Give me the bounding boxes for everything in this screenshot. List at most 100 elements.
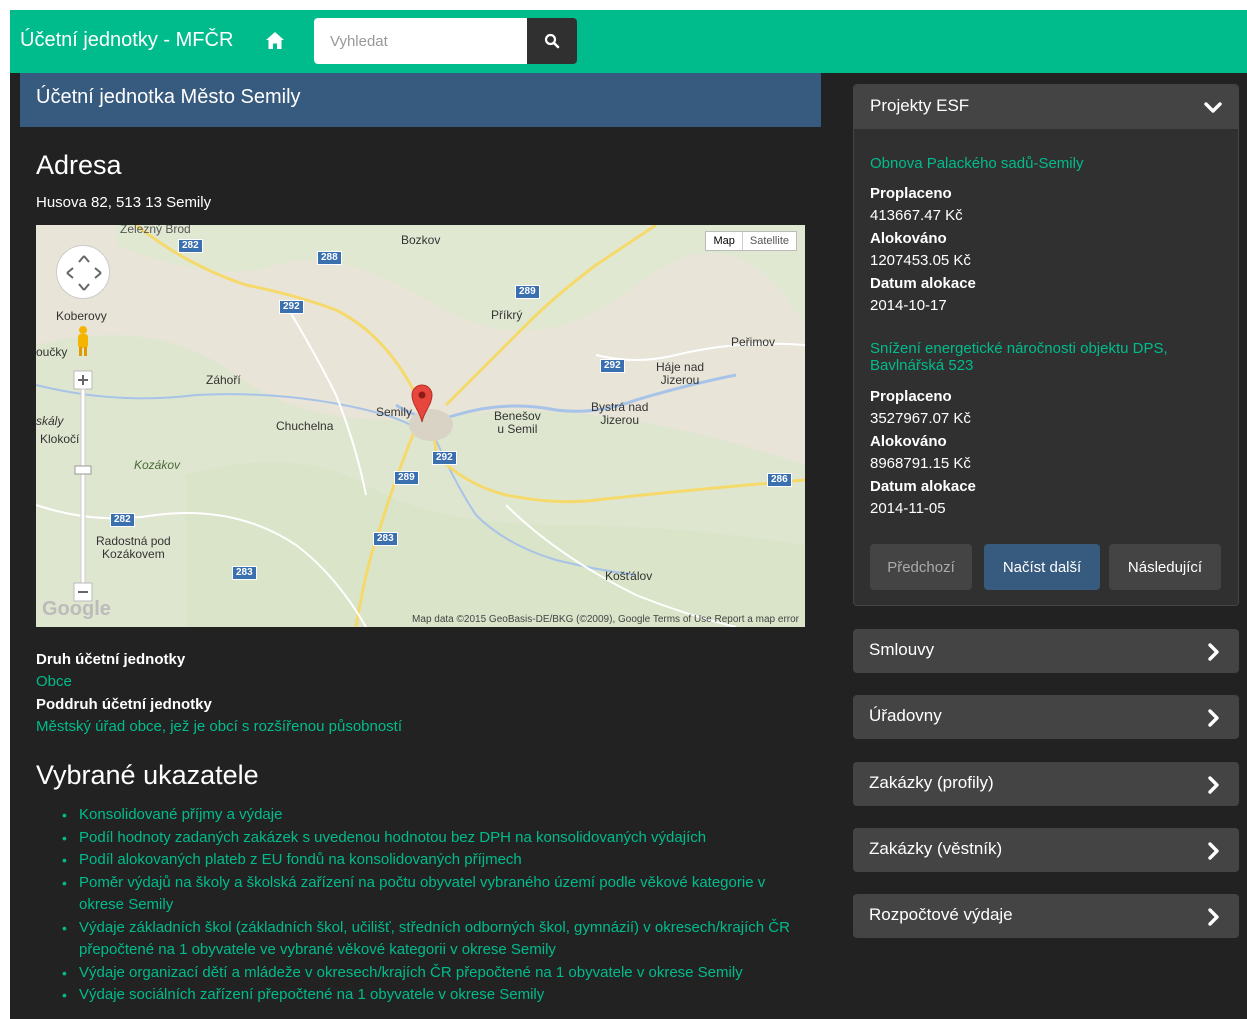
road-badge: 289 xyxy=(515,285,540,299)
map-footer: Map data ©2015 GeoBasis-DE/BKG (©2009), … xyxy=(412,614,799,625)
pegman-icon[interactable] xyxy=(76,325,90,357)
chevron-right-icon xyxy=(1208,908,1219,926)
map-marker-icon[interactable] xyxy=(411,383,433,423)
search-icon xyxy=(544,33,560,49)
map-label: Háje nad Jizerou xyxy=(656,360,705,387)
map-label: Železný Brod xyxy=(120,225,191,236)
zoom-control[interactable] xyxy=(73,370,93,602)
map-type-toggle[interactable]: Map Satellite xyxy=(705,231,797,251)
map-pan-control[interactable] xyxy=(56,245,110,299)
chevron-right-icon xyxy=(1208,776,1219,794)
map-label: Peřimov xyxy=(731,335,776,349)
road-badge: 283 xyxy=(373,532,398,546)
chevron-down-icon xyxy=(1204,102,1222,113)
esf-alloc-label: Alokováno xyxy=(870,230,947,247)
map-label: Radostná pod Kozákovem xyxy=(96,534,171,561)
prev-button[interactable]: Předchozí xyxy=(870,544,972,590)
road-badge: 289 xyxy=(394,471,419,485)
map-label: Košťálov xyxy=(605,569,653,583)
road-badge: 292 xyxy=(279,300,304,314)
map-label: Klokočí xyxy=(40,432,80,446)
esf-project-link[interactable]: Obnova Palackého sadů-Semily xyxy=(870,155,1210,172)
section-smlouvy[interactable]: Smlouvy xyxy=(853,629,1239,673)
section-title: Smlouvy xyxy=(869,640,935,659)
esf-alloc-label: Alokováno xyxy=(870,433,947,450)
road-badge: 292 xyxy=(600,359,625,373)
section-title: Rozpočtové výdaje xyxy=(869,905,1013,924)
entity-header: Účetní jednotka Město Semily xyxy=(20,73,821,127)
section-title: Úřadovny xyxy=(869,706,942,725)
map-background xyxy=(36,225,805,627)
esf-alloc-value: 8968791.15 Kč xyxy=(870,455,971,472)
indicator-link[interactable]: Výdaje sociálních zařízení přepočtené na… xyxy=(36,984,796,1007)
entity-title: Účetní jednotka Město Semily xyxy=(36,86,301,108)
search-button[interactable] xyxy=(527,18,577,64)
section-title: Zakázky (věstník) xyxy=(869,839,1003,858)
app-frame: Účetní jednotky - MFČR Účetní jednotka M… xyxy=(10,10,1247,1019)
druh-label: Druh účetní jednotky xyxy=(36,651,186,668)
section-zakazky-vestnik[interactable]: Zakázky (věstník) xyxy=(853,828,1239,872)
road-badge: 286 xyxy=(767,473,792,487)
map-label: Bozkov xyxy=(401,233,441,247)
esf-paid-label: Proplaceno xyxy=(870,388,952,405)
esf-paid-label: Proplaceno xyxy=(870,185,952,202)
section-title: Zakázky (profily) xyxy=(869,773,994,792)
esf-alloc-value: 1207453.05 Kč xyxy=(870,252,971,269)
search-input[interactable] xyxy=(314,18,527,64)
indicators-list: Konsolidované příjmy a výdaje Podíl hodn… xyxy=(36,804,796,1007)
map[interactable]: Map Satellite Železný Brod Bozkov Kobero… xyxy=(36,225,805,627)
chevron-right-icon xyxy=(1208,709,1219,727)
indicator-link[interactable]: Podíl alokovaných plateb z EU fondů na k… xyxy=(36,849,796,872)
map-type-map[interactable]: Map xyxy=(706,232,743,250)
map-label: Chuchelna xyxy=(276,419,334,433)
map-label: Koberovy xyxy=(56,309,107,323)
section-uradovny[interactable]: Úřadovny xyxy=(853,695,1239,739)
map-label: Benešov u Semil xyxy=(494,409,541,436)
druh-value-link[interactable]: Obce xyxy=(36,673,72,690)
map-label: Záhoří xyxy=(206,373,241,387)
esf-date-label: Datum alokace xyxy=(870,478,976,495)
map-label: oučky xyxy=(36,345,68,359)
esf-paid-value: 3527967.07 Kč xyxy=(870,410,971,427)
road-badge: 283 xyxy=(232,566,257,580)
indicator-link[interactable]: Výdaje organizací dětí a mládeže v okres… xyxy=(36,962,796,985)
road-badge: 282 xyxy=(110,513,135,527)
esf-paid-value: 413667.47 Kč xyxy=(870,207,963,224)
address-heading: Adresa xyxy=(36,150,122,180)
load-more-button[interactable]: Načíst další xyxy=(984,544,1100,590)
chevron-right-icon xyxy=(1208,643,1219,661)
road-badge: 288 xyxy=(317,251,342,265)
esf-project-link[interactable]: Snížení energetické náročnosti objektu D… xyxy=(870,340,1210,374)
esf-panel: Projekty ESF Obnova Palackého sadů-Semil… xyxy=(853,84,1239,606)
indicator-link[interactable]: Podíl hodnoty zadaných zakázek s uvedeno… xyxy=(36,827,796,850)
map-label: Kozákov xyxy=(134,458,181,472)
map-label: Semily xyxy=(376,405,413,419)
poddruh-label: Poddruh účetní jednotky xyxy=(36,696,212,713)
poddruh-value-link[interactable]: Městský úřad obce, jež je obcí s rozšíře… xyxy=(36,718,402,735)
indicators-heading: Vybrané ukazatele xyxy=(36,760,259,790)
map-label: Příkrý xyxy=(491,308,523,322)
road-badge: 292 xyxy=(432,451,457,465)
next-button[interactable]: Následující xyxy=(1109,544,1221,590)
map-type-satellite[interactable]: Satellite xyxy=(743,232,796,250)
esf-date-value: 2014-10-17 xyxy=(870,297,947,314)
esf-panel-title: Projekty ESF xyxy=(870,96,970,115)
chevron-right-icon xyxy=(1208,842,1219,860)
indicator-link[interactable]: Výdaje základních škol (základních škol,… xyxy=(36,917,796,962)
esf-date-value: 2014-11-05 xyxy=(870,500,946,517)
brand-link[interactable]: Účetní jednotky - MFČR xyxy=(20,29,233,52)
esf-date-label: Datum alokace xyxy=(870,275,976,292)
map-label: Bystrá nad Jizerou xyxy=(591,400,649,427)
map-logo: Google xyxy=(42,598,111,620)
pan-arrows-icon xyxy=(66,255,102,291)
esf-panel-header[interactable]: Projekty ESF xyxy=(854,85,1238,129)
address-text: Husova 82, 513 13 Semily xyxy=(36,194,212,211)
home-icon[interactable] xyxy=(264,30,286,52)
section-zakazky-profily[interactable]: Zakázky (profily) xyxy=(853,762,1239,806)
indicator-link[interactable]: Konsolidované příjmy a výdaje xyxy=(36,804,796,827)
section-rozpoctove-vydaje[interactable]: Rozpočtové výdaje xyxy=(853,894,1239,938)
road-badge: 282 xyxy=(178,239,203,253)
indicator-link[interactable]: Poměr výdajů na školy a školská zařízení… xyxy=(36,872,796,917)
map-label: skály xyxy=(36,414,64,428)
navbar: Účetní jednotky - MFČR xyxy=(10,10,1247,73)
